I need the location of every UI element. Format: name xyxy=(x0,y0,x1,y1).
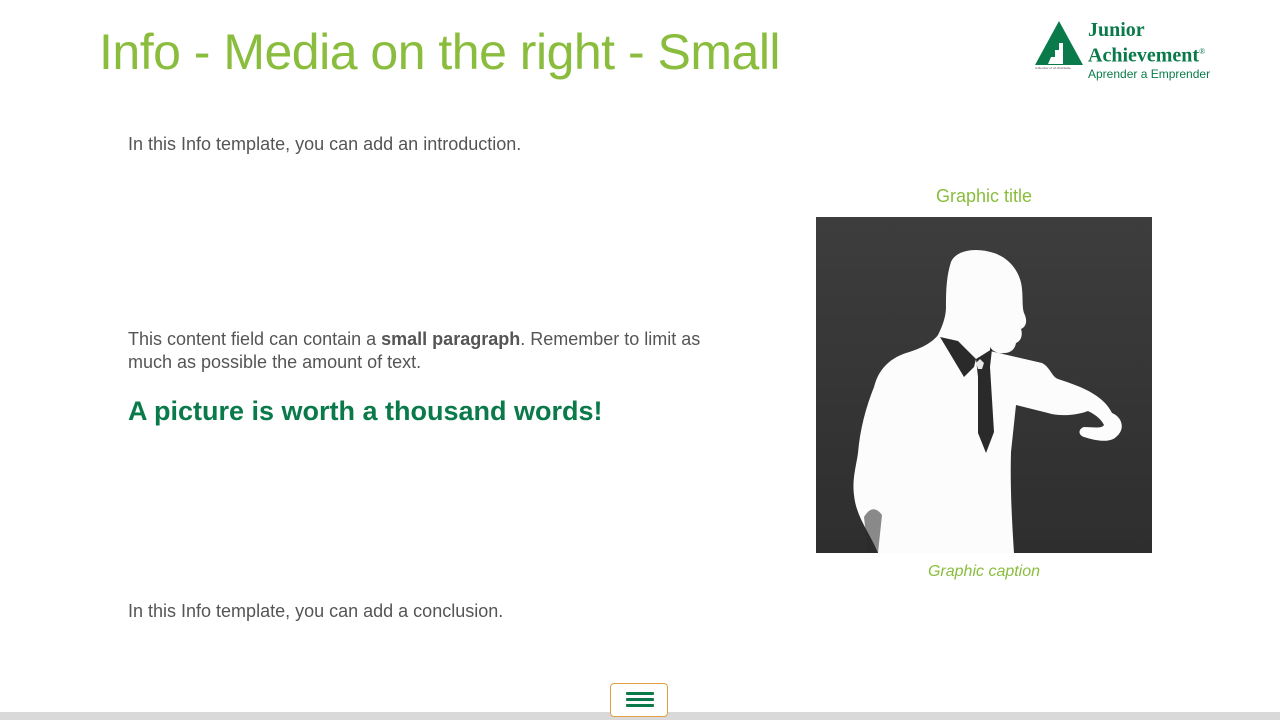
ja-triangle-logo-icon xyxy=(1035,21,1083,65)
menu-button[interactable] xyxy=(610,683,668,717)
menu-icon-bar-middle xyxy=(626,698,654,701)
graphic-image xyxy=(816,217,1152,553)
logo-word-achievement-text: Achievement xyxy=(1088,44,1200,67)
menu-icon-bar-bottom xyxy=(626,704,654,707)
page-title: Info - Media on the right - Small xyxy=(99,24,781,80)
body-paragraph: This content field can contain a small p… xyxy=(128,328,728,374)
body-paragraph-bold: small paragraph xyxy=(381,329,521,349)
junior-achievement-logo: Junior Achievement® Aprender a Emprender… xyxy=(1034,18,1224,86)
graphic-caption: Graphic caption xyxy=(927,563,1041,580)
body-paragraph-start: This content field can contain a xyxy=(128,329,382,349)
menu-icon-bar-top xyxy=(626,692,654,695)
registered-mark: ® xyxy=(1199,47,1206,56)
logo-tagline: Aprender a Emprender xyxy=(1088,67,1211,81)
logo-small-text: A Member of JA Worldwide xyxy=(1035,66,1071,70)
graphic-title: Graphic title xyxy=(935,186,1033,206)
conclusion-text: In this Info template, you can add a con… xyxy=(128,601,504,621)
logo-word-achievement: Achievement® xyxy=(1088,42,1205,66)
intro-text: In this Info template, you can add an in… xyxy=(128,134,522,154)
logo-word-junior: Junior xyxy=(1088,19,1145,41)
highlight-text: A picture is worth a thousand words! xyxy=(128,396,603,426)
businessman-silhouette-image xyxy=(816,217,1152,553)
